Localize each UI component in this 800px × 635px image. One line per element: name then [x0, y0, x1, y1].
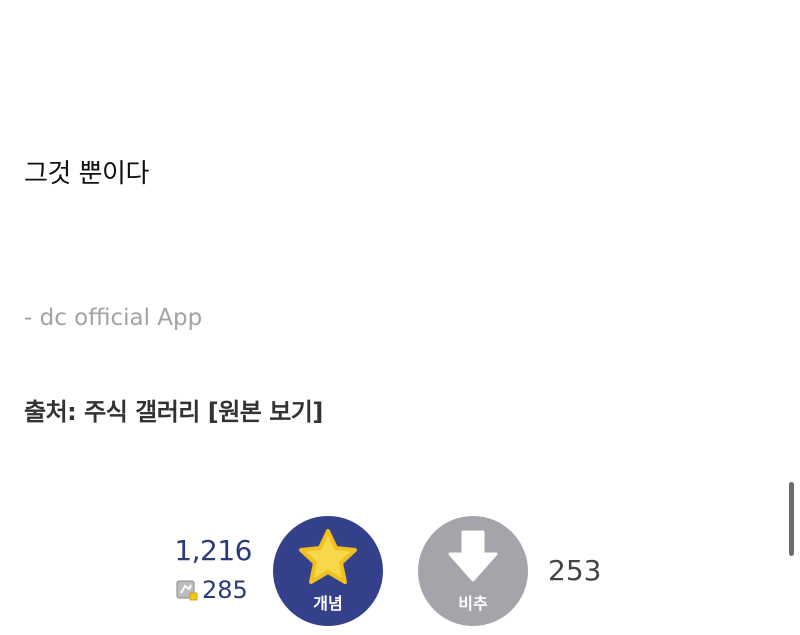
post-page: 그것 뿐이다 - dc official App 출처: 주식 갤러리 [원본 …: [0, 0, 800, 635]
upvote-label: 개념: [313, 594, 343, 613]
arrow-down-icon: [448, 530, 498, 582]
upvote-button[interactable]: 개념: [273, 516, 383, 626]
fixed-user-count-group: 285: [176, 575, 248, 605]
upvote-count: 1,216: [174, 534, 252, 567]
recommend-box: 1,216 285 개념 비추 253: [0, 0, 800, 635]
fixed-user-count: 285: [202, 576, 248, 604]
fixed-user-icon: [176, 579, 198, 601]
downvote-button[interactable]: 비추: [418, 516, 528, 626]
downvote-label: 비추: [458, 594, 488, 613]
downvote-count: 253: [548, 554, 602, 587]
star-icon: [299, 529, 357, 584]
